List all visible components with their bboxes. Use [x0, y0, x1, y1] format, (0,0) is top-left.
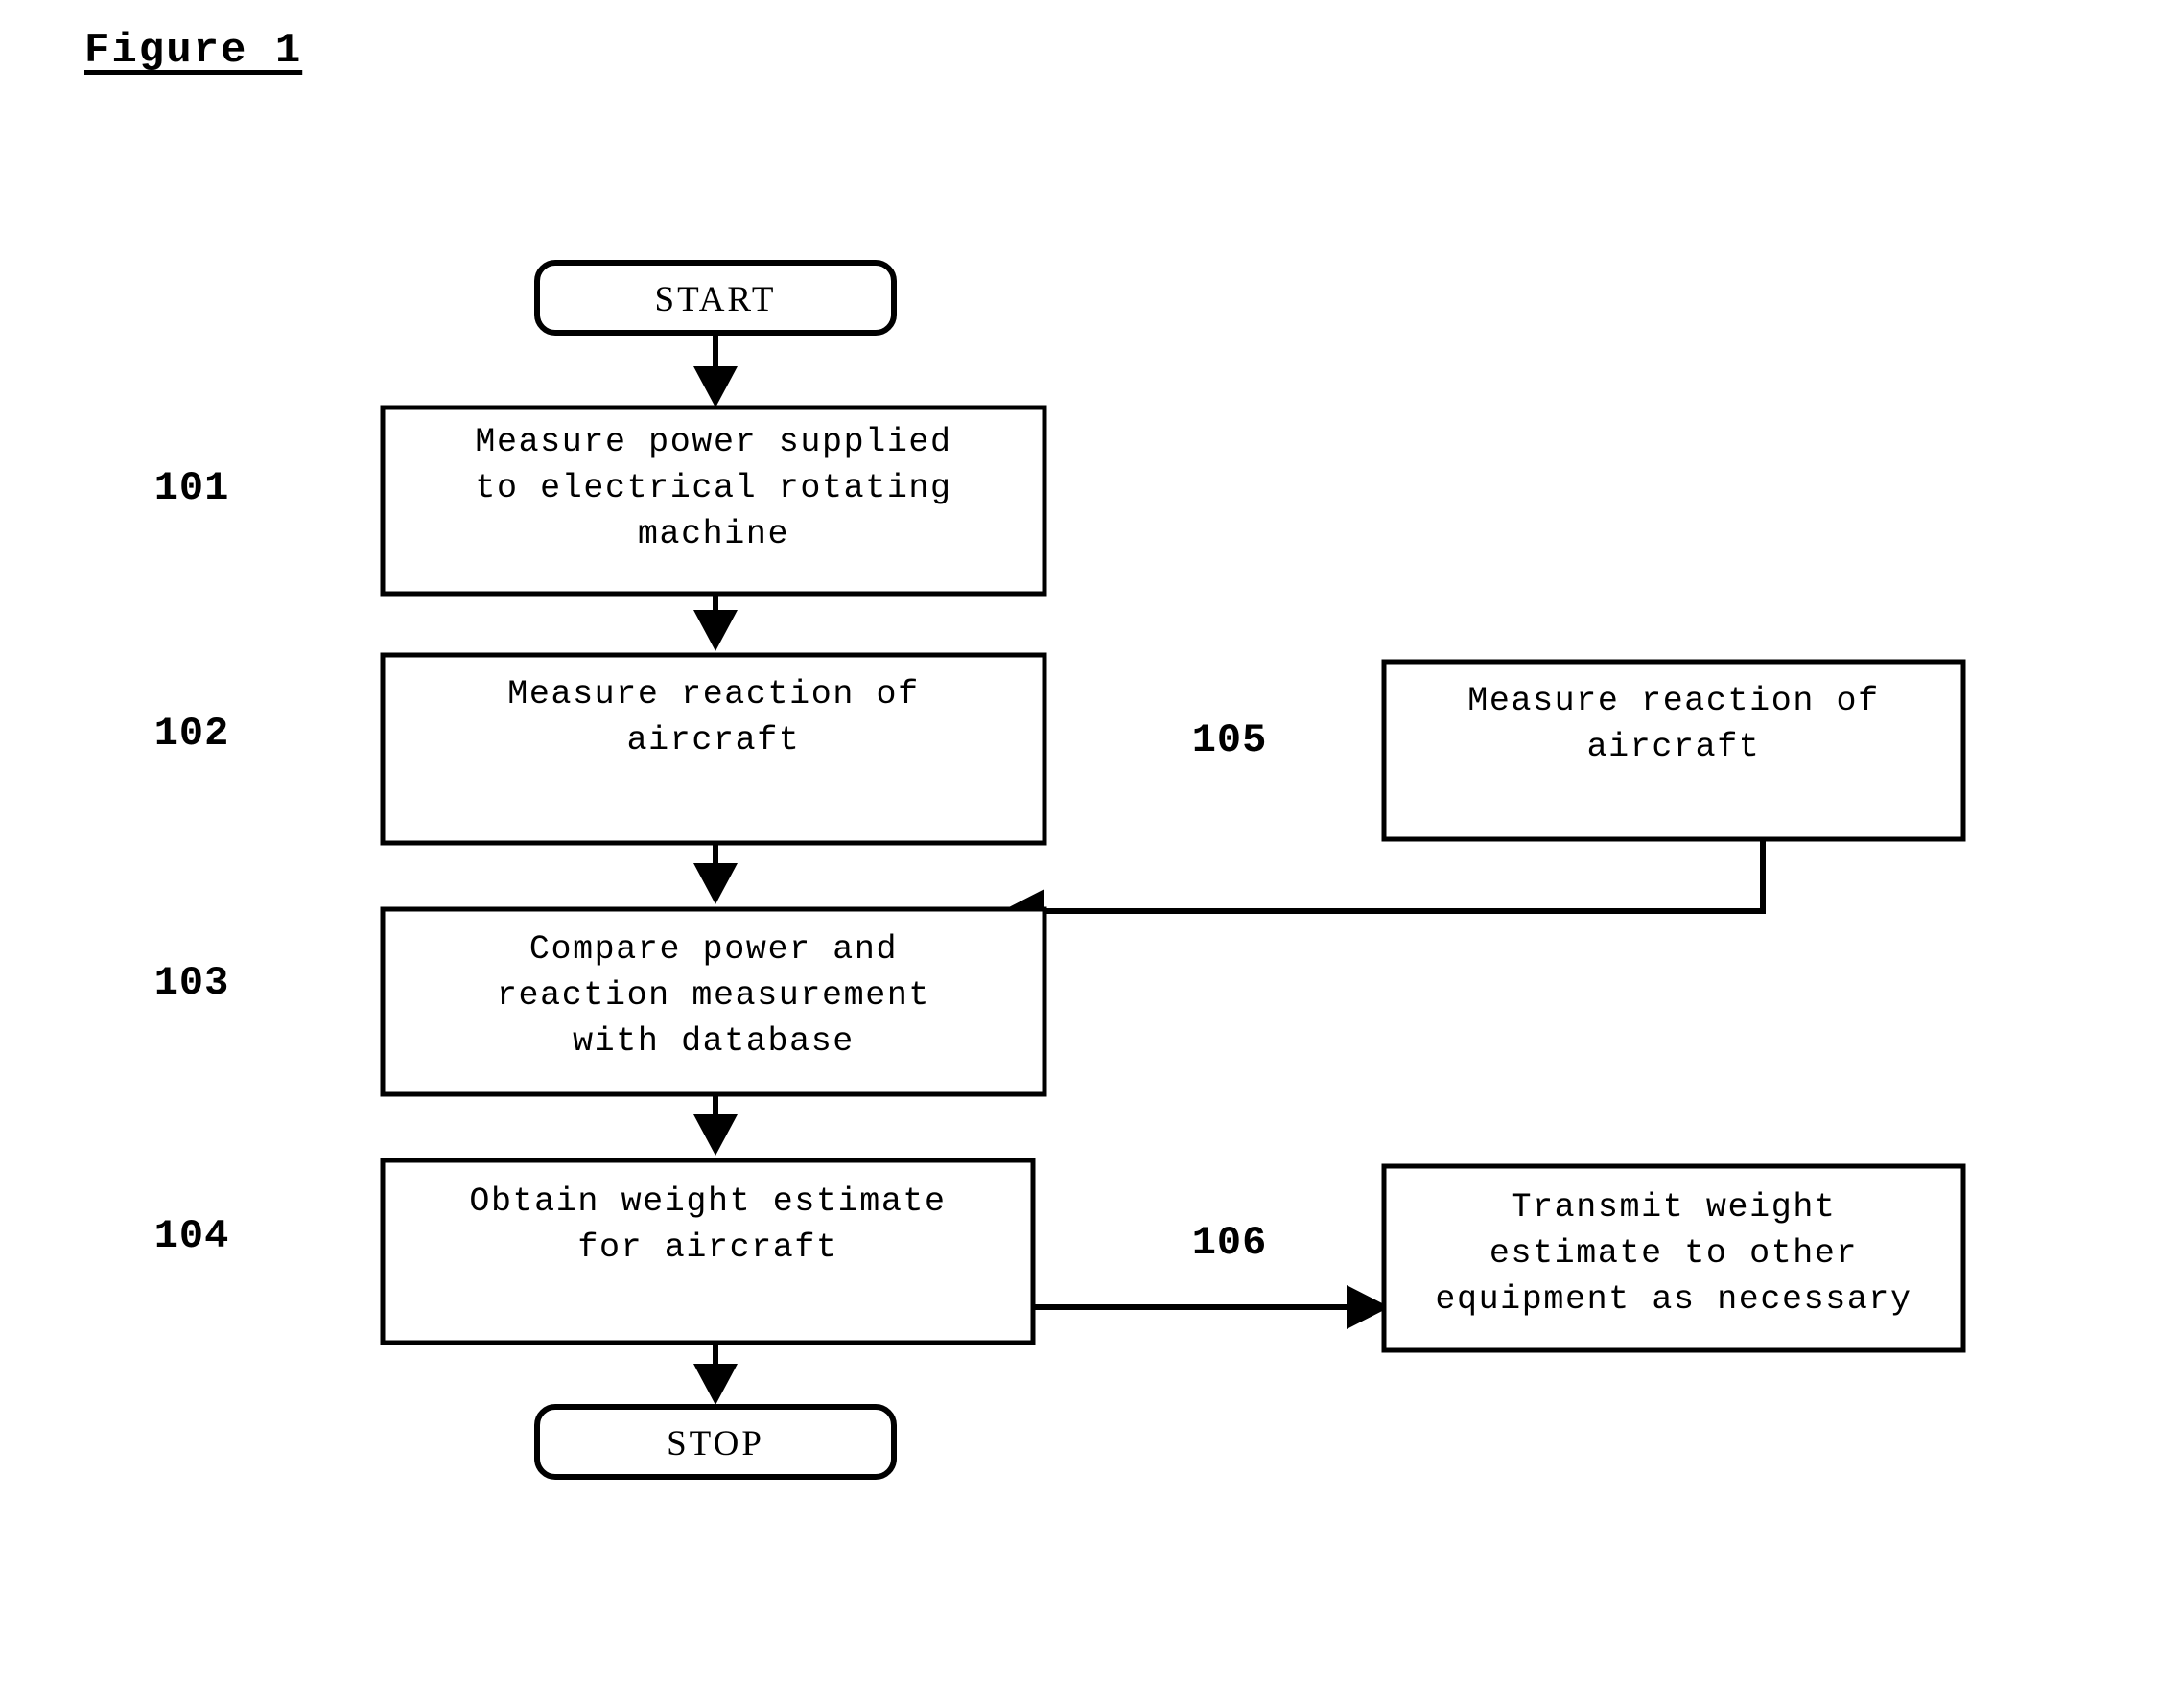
box-103-line-3: with database: [573, 1022, 855, 1061]
figure-page: Figure 1 START Measure power supplied to…: [0, 0, 2181, 1708]
node-103: Compare power and reaction measurement w…: [380, 906, 1047, 1097]
box-101-line-3: machine: [638, 515, 789, 553]
arrow-head-down: [693, 1364, 738, 1405]
start-label: START: [655, 280, 777, 319]
box-104-line-1: Obtain weight estimate: [469, 1182, 946, 1221]
node-105: Measure reaction of aircraft: [1381, 659, 1966, 842]
arrow-head-down: [693, 1114, 738, 1156]
box-101-line-1: Measure power supplied: [475, 423, 951, 461]
node-stop: STOP: [534, 1404, 897, 1480]
flowchart-canvas: START Measure power supplied to electric…: [154, 260, 1966, 1480]
box-102-line-1: Measure reaction of: [507, 675, 919, 714]
box-106-line-1: Transmit weight: [1511, 1188, 1836, 1227]
edge-104-to-stop: [693, 1343, 738, 1405]
box-104-line-2: for aircraft: [577, 1228, 837, 1267]
box-105-line-1: Measure reaction of: [1467, 682, 1879, 720]
ref-label-102: 102: [154, 711, 230, 757]
box-103-line-1: Compare power and: [529, 930, 898, 969]
node-101: Measure power supplied to electrical rot…: [380, 405, 1047, 597]
stop-label: STOP: [667, 1424, 764, 1463]
node-104: Obtain weight estimate for aircraft: [380, 1158, 1036, 1345]
ref-label-101: 101: [154, 465, 230, 511]
edge-105-to-103: [1001, 839, 1766, 933]
ref-label-103: 103: [154, 960, 230, 1006]
node-106: Transmit weight estimate to other equipm…: [1381, 1163, 1966, 1353]
arrow-head-down: [693, 863, 738, 904]
edge-103-to-104: [693, 1094, 738, 1156]
box-106-line-3: equipment as necessary: [1435, 1280, 1911, 1319]
edge-102-to-103: [693, 843, 738, 904]
ref-label-104: 104: [154, 1213, 230, 1259]
edge-start-to-101: [693, 333, 738, 408]
box-101-line-2: to electrical rotating: [475, 469, 951, 507]
node-start: START: [534, 260, 897, 336]
box-105-line-2: aircraft: [1587, 728, 1761, 766]
ref-label-106: 106: [1192, 1220, 1268, 1266]
arrow-head-down: [693, 366, 738, 408]
box-102-line-2: aircraft: [627, 721, 801, 760]
box-103-line-2: reaction measurement: [497, 976, 930, 1015]
edge-104-to-106: [1033, 1285, 1390, 1329]
edge-101-to-102: [693, 594, 738, 651]
node-102: Measure reaction of aircraft: [380, 652, 1047, 846]
arrow-head-down: [693, 610, 738, 651]
ref-label-105: 105: [1192, 717, 1268, 763]
box-106-line-2: estimate to other: [1489, 1234, 1858, 1273]
